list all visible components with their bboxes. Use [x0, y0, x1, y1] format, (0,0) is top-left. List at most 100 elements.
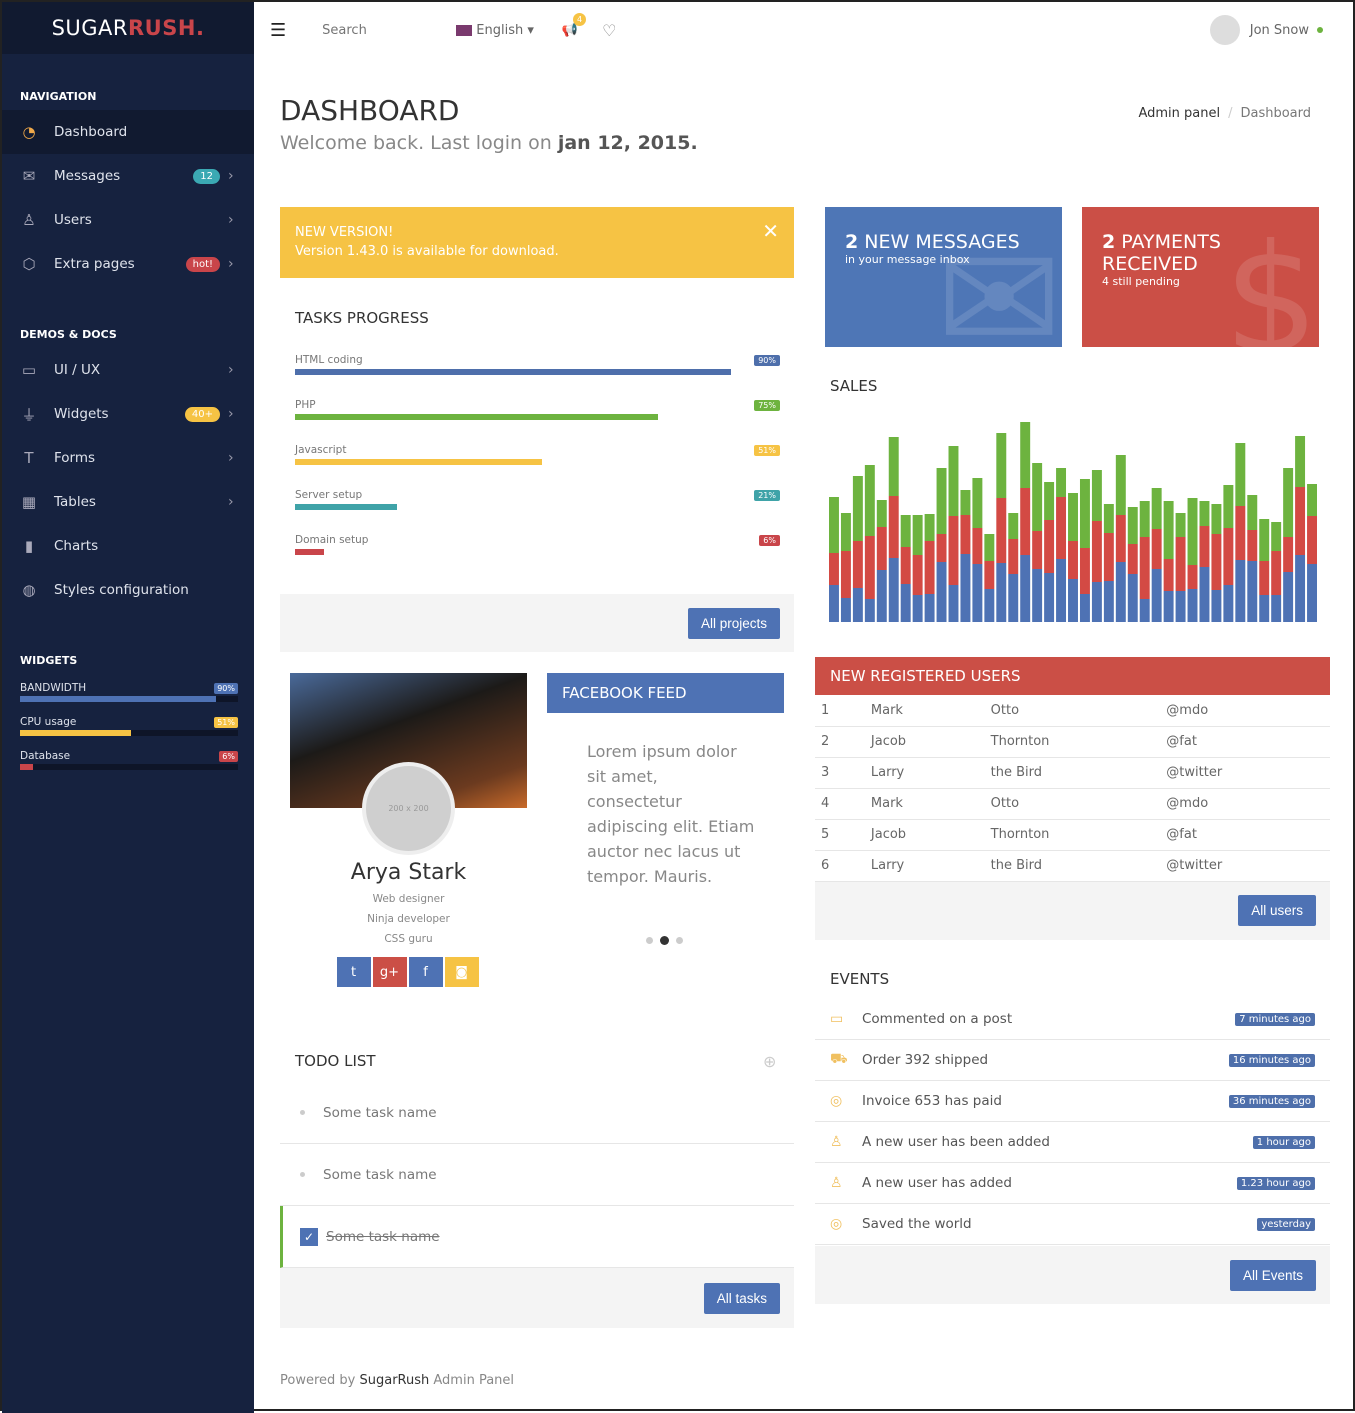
- widget-badge: 6%: [219, 751, 238, 762]
- task-progress-track: [295, 504, 731, 510]
- sales-bar-segment: [1020, 488, 1031, 555]
- widget-badge: 90%: [214, 683, 238, 694]
- sidebar-item-tables[interactable]: ▦ Tables ›: [2, 480, 254, 524]
- sidebar-item-styles-configuration[interactable]: ◍ Styles configuration: [2, 568, 254, 612]
- all-projects-button[interactable]: All projects: [687, 607, 780, 639]
- sidebar-item-label: Styles configuration: [54, 582, 189, 598]
- sales-bar-segment: [1271, 522, 1282, 551]
- chevron-right-icon: ›: [228, 168, 234, 184]
- carousel-dot-active[interactable]: [660, 936, 669, 945]
- todo-item[interactable]: Some task name: [280, 1082, 794, 1144]
- sidebar-item-extra-pages[interactable]: ⬡ Extra pages hot! ›: [2, 242, 254, 286]
- sales-bar-segment: [1056, 497, 1067, 559]
- close-icon[interactable]: ✕: [762, 219, 779, 243]
- todo-item[interactable]: Some task name: [280, 1144, 794, 1206]
- sales-bar-segment: [900, 584, 911, 622]
- task-progress-item: Javascript 51%: [295, 444, 780, 465]
- menu-toggle-icon[interactable]: ☰: [270, 20, 286, 41]
- user-name[interactable]: Jon Snow: [1250, 23, 1309, 38]
- sales-bar-segment: [1008, 513, 1019, 539]
- stat-card-payments[interactable]: 2 PAYMENTS RECEIVED 4 still pending $: [1082, 207, 1319, 347]
- users-footer: All users: [815, 881, 1330, 940]
- sales-bar-segment: [840, 598, 851, 622]
- event-label: Saved the world: [862, 1216, 972, 1232]
- sales-bar-segment: [1223, 528, 1234, 585]
- todo-bullet-icon[interactable]: [300, 1110, 305, 1115]
- sales-bar-segment: [1223, 585, 1234, 622]
- stat-card-messages[interactable]: 2 NEW MESSAGES in your message inbox ✉: [825, 207, 1062, 347]
- profile-role: Ninja developer: [367, 913, 450, 925]
- user-icon: ♙: [830, 1175, 843, 1191]
- heart-icon[interactable]: ♡: [602, 21, 616, 40]
- sales-bar-segment: [1139, 501, 1150, 537]
- sales-bar-segment: [1068, 541, 1078, 579]
- all-tasks-button[interactable]: All tasks: [703, 1282, 780, 1314]
- todo-bullet-icon[interactable]: [300, 1172, 305, 1177]
- sidebar-item-users[interactable]: ♙ Users ›: [2, 198, 254, 242]
- users-title: NEW REGISTERED USERS: [815, 657, 1330, 695]
- table-cell: Larry: [864, 757, 985, 789]
- task-label: PHP: [295, 399, 316, 411]
- footer-brand[interactable]: SugarRush: [359, 1373, 429, 1388]
- sales-bar-segment: [864, 599, 875, 622]
- chevron-right-icon: ›: [228, 406, 234, 422]
- language-selector[interactable]: English ▾: [456, 23, 534, 38]
- sales-bar-segment: [864, 465, 875, 536]
- sidebar-item-charts[interactable]: ▮ Charts: [2, 524, 254, 568]
- chevron-right-icon: ›: [228, 212, 234, 228]
- sales-bar-segment: [1163, 501, 1174, 559]
- last-login: jan 12, 2015.: [557, 132, 698, 154]
- all-users-button[interactable]: All users: [1238, 895, 1316, 926]
- sidebar-item-messages[interactable]: ✉ Messages 12 ›: [2, 154, 254, 198]
- sidebar-item-ui-ux[interactable]: ▭ UI / UX ›: [2, 348, 254, 392]
- google-plus-icon[interactable]: g+: [372, 957, 407, 987]
- sales-bar-segment: [1008, 539, 1019, 574]
- sales-bar-segment: [1307, 484, 1317, 516]
- sales-bar-segment: [1020, 555, 1031, 622]
- search-input[interactable]: [322, 22, 443, 38]
- events-title: EVENTS: [830, 970, 890, 988]
- sidebar-item-forms[interactable]: T Forms ›: [2, 436, 254, 480]
- todo-item[interactable]: ✓ Some task name: [280, 1206, 794, 1268]
- task-progress-track: [295, 459, 731, 465]
- logo-text: SUGAR: [51, 16, 129, 40]
- facebook-icon[interactable]: f: [408, 957, 443, 987]
- page-subtitle: Welcome back. Last login on jan 12, 2015…: [280, 132, 698, 154]
- event-time-badge: 16 minutes ago: [1228, 1053, 1315, 1067]
- event-time-badge: 7 minutes ago: [1235, 1012, 1315, 1026]
- truck-icon: ⛟: [830, 1051, 848, 1067]
- footer-prefix: Powered by: [280, 1373, 360, 1388]
- carousel-dot[interactable]: [676, 937, 683, 944]
- task-progress-track: [295, 549, 731, 555]
- event-time-badge: 1 hour ago: [1252, 1135, 1315, 1149]
- sales-bar-segment: [1008, 574, 1019, 622]
- table-cell: @mdo: [1160, 788, 1330, 820]
- event-item: ▭ Commented on a post 7 minutes ago: [815, 999, 1330, 1040]
- sidebar-item-label: Messages: [54, 168, 121, 184]
- sales-bar-segment: [1307, 516, 1317, 564]
- avatar[interactable]: [1209, 15, 1240, 45]
- breadcrumb-admin[interactable]: Admin panel: [1138, 106, 1220, 121]
- task-badge: 90%: [754, 355, 780, 366]
- sales-bar-segment: [936, 534, 947, 562]
- table-cell: Otto: [984, 695, 1161, 727]
- all-events-button[interactable]: All Events: [1229, 1259, 1316, 1291]
- new-version-alert: NEW VERSION! Version 1.43.0 is available…: [280, 207, 794, 278]
- add-todo-icon[interactable]: ⊕: [763, 1052, 776, 1071]
- text-icon: T: [24, 449, 34, 467]
- sidebar-item-label: Users: [54, 212, 92, 228]
- sales-bar-segment: [1044, 482, 1055, 520]
- sales-chart: [829, 422, 1317, 622]
- instagram-icon[interactable]: ◙: [444, 957, 479, 987]
- sales-bar-segment: [1259, 561, 1270, 595]
- sales-bar-segment: [1187, 498, 1198, 565]
- dashboard-icon: ◔: [22, 123, 36, 141]
- carousel-dot[interactable]: [646, 937, 653, 944]
- megaphone-icon[interactable]: 📢 4: [562, 12, 587, 38]
- table-cell: the Bird: [984, 850, 1161, 882]
- sidebar-item-dashboard[interactable]: ◔ Dashboard: [2, 110, 254, 154]
- twitter-icon[interactable]: t: [336, 957, 371, 987]
- logo[interactable]: SUGAR RUSH.: [2, 2, 254, 54]
- sidebar-item-widgets[interactable]: ⏚ Widgets 40+ ›: [2, 392, 254, 436]
- checkbox-checked[interactable]: ✓: [300, 1227, 318, 1246]
